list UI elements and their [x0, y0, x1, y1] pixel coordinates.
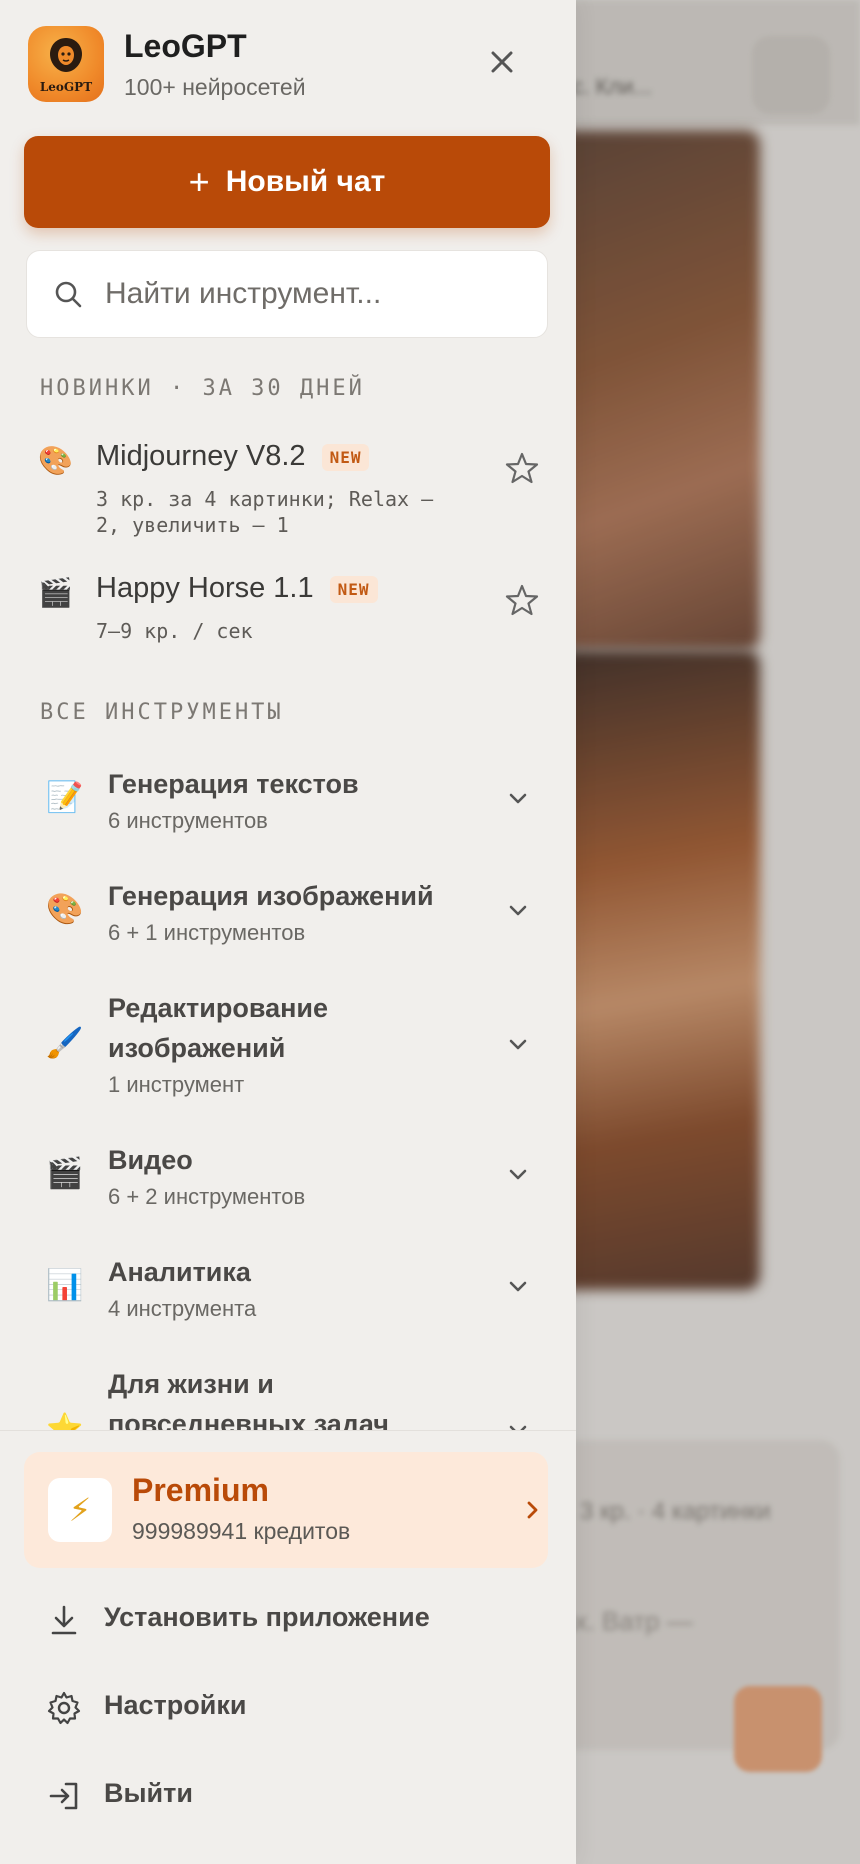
plus-icon: + [188, 161, 210, 202]
download-icon [51, 1605, 77, 1635]
gear-icon [47, 1691, 81, 1725]
category-count: 1 инструмент [108, 1072, 245, 1097]
new-badge: NEW [321, 443, 370, 471]
section-title-new: НОВИНКИ · ЗА 30 ДНЕЙ [40, 376, 365, 401]
new-tool-item[interactable]: 🎬 Happy Horse 1.1 NEW 7–9 кр. / сек [0, 566, 576, 656]
premium-credits: 999989941 кредитов [132, 1518, 351, 1544]
premium-title: Premium [132, 1472, 269, 1508]
clapper-icon: 🎬 [38, 577, 73, 608]
close-icon [491, 51, 513, 73]
clapper-icon: 🎬 [46, 1157, 84, 1190]
category-title: Генерация изображений [108, 881, 434, 911]
app-logo: LeoGPT [28, 26, 104, 102]
palette-icon: 🎨 [38, 445, 73, 476]
category-analytics[interactable]: 📊 Аналитика 4 инструмента [0, 1250, 576, 1346]
new-tool-name-text: Happy Horse 1.1 [96, 572, 314, 604]
install-app-label: Установить приложение [104, 1602, 430, 1632]
category-image-editing[interactable]: 🖌️ Редактирование изображений 1 инструме… [0, 986, 576, 1114]
category-count: 6 + 1 инструментов [108, 920, 306, 945]
star-icon[interactable] [504, 450, 540, 486]
app-subtitle: 100+ нейросетей [124, 74, 306, 100]
memo-icon: 📝 [46, 781, 84, 814]
search-icon [53, 279, 89, 309]
logout-label: Выйти [104, 1778, 193, 1808]
category-count: 6 инструментов [108, 808, 268, 833]
new-tool-item[interactable]: 🎨 Midjourney V8.2 NEW 3 кр. за 4 картинки… [0, 434, 576, 544]
category-count: 6 + 2 инструментов [108, 1184, 306, 1209]
close-button[interactable] [480, 40, 524, 84]
new-chat-button[interactable]: + Новый чат [24, 136, 550, 228]
category-title: Генерация текстов [108, 769, 359, 799]
brush-icon: 🖌️ [46, 1027, 84, 1060]
lightning-icon: ⚡ [48, 1478, 112, 1542]
palette-icon: 🎨 [46, 893, 84, 926]
settings-label: Настройки [104, 1690, 247, 1720]
chevron-down-icon [509, 1281, 527, 1292]
chevron-down-icon [509, 1169, 527, 1180]
category-title: Аналитика [108, 1257, 251, 1287]
new-tool-name-text: Midjourney V8.2 [96, 440, 306, 472]
app-title: LeoGPT [124, 28, 247, 64]
category-video[interactable]: 🎬 Видео 6 + 2 инструментов [0, 1138, 576, 1234]
lion-icon [50, 38, 82, 72]
new-tool-name: Midjourney V8.2 NEW [96, 440, 370, 473]
chevron-down-icon [509, 905, 527, 916]
search-box [26, 250, 548, 338]
search-input[interactable] [105, 277, 525, 311]
section-title-all: ВСЕ ИНСТРУМЕНТЫ [40, 700, 284, 725]
new-tool-desc: 3 кр. за 4 картинки; Relax — 2, увеличит… [96, 487, 434, 537]
new-tool-name: Happy Horse 1.1 NEW [96, 572, 378, 605]
install-app-button[interactable]: Установить приложение [0, 1580, 576, 1660]
chevron-right-icon [527, 1501, 538, 1519]
logout-icon [49, 1782, 78, 1810]
chevron-down-icon [509, 1039, 527, 1050]
category-image-generation[interactable]: 🎨 Генерация изображений 6 + 1 инструмент… [0, 874, 576, 970]
category-title: Видео [108, 1145, 193, 1175]
settings-button[interactable]: Настройки [0, 1668, 576, 1748]
new-badge: NEW [329, 575, 378, 603]
sidebar-drawer: LeoGPT LeoGPT 100+ нейросетей + Новый ча… [0, 0, 576, 1864]
category-text-generation[interactable]: 📝 Генерация текстов 6 инструментов [0, 762, 576, 858]
chevron-down-icon [509, 793, 527, 804]
star-icon[interactable] [504, 582, 540, 618]
new-tool-desc: 7–9 кр. / сек [96, 619, 253, 643]
chart-icon: 📊 [46, 1269, 84, 1302]
premium-card[interactable]: ⚡ Premium 999989941 кредитов [24, 1452, 548, 1568]
logout-button[interactable]: Выйти [0, 1756, 576, 1836]
new-chat-label: Новый чат [225, 165, 386, 198]
category-count: 4 инструмента [108, 1296, 257, 1321]
category-title: Редактирование изображений [108, 993, 329, 1063]
drawer-header: LeoGPT LeoGPT 100+ нейросетей [0, 0, 576, 130]
logo-text: LeoGPT [39, 80, 93, 94]
